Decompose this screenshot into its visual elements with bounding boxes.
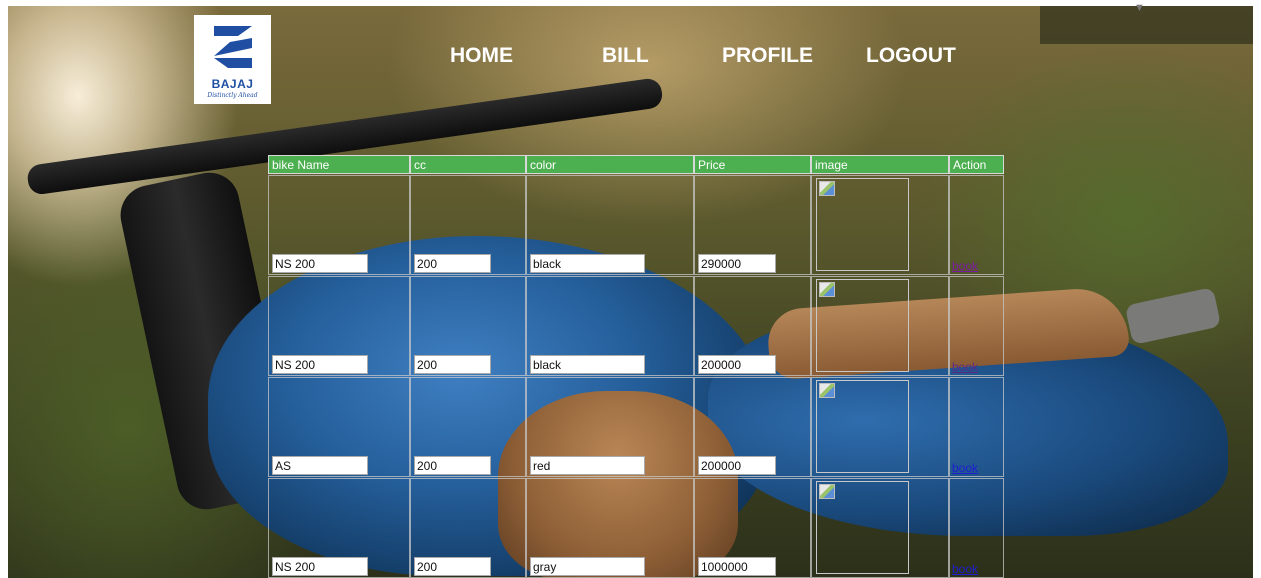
caret-icon: ▼	[1134, 2, 1145, 14]
top-right-overlay	[1040, 6, 1253, 44]
color-input[interactable]	[530, 254, 645, 273]
book-link[interactable]: book	[952, 461, 978, 475]
color-input[interactable]	[530, 355, 645, 374]
table-row	[268, 377, 410, 477]
broken-image-icon	[819, 484, 835, 499]
image-cell	[811, 478, 949, 578]
table-row	[268, 276, 410, 376]
table-row	[268, 478, 410, 578]
col-bike-name: bike Name	[268, 155, 410, 174]
price-cell	[694, 175, 811, 275]
book-link[interactable]: book	[952, 562, 978, 576]
col-image: image	[811, 155, 949, 174]
image-cell	[811, 276, 949, 376]
bike-image	[816, 380, 909, 473]
action-cell: book	[949, 276, 1004, 376]
cc-cell	[410, 478, 526, 578]
price-cell	[694, 276, 811, 376]
bike-image	[816, 481, 909, 574]
bajaj-logo-icon	[213, 26, 252, 68]
color-input[interactable]	[530, 456, 645, 475]
col-price: Price	[694, 155, 811, 174]
broken-image-icon	[819, 282, 835, 297]
logo-tagline: Distinctly Ahead	[207, 92, 258, 99]
bike-rear-light	[1124, 287, 1222, 345]
cc-input[interactable]	[414, 254, 491, 273]
price-input[interactable]	[698, 254, 776, 273]
color-cell	[526, 276, 694, 376]
site-logo[interactable]: BAJAJ Distinctly Ahead	[194, 15, 271, 104]
bike-image	[816, 279, 909, 372]
cc-cell	[410, 276, 526, 376]
bike-name-input[interactable]	[272, 557, 368, 576]
color-cell	[526, 377, 694, 477]
bike-name-input[interactable]	[272, 254, 368, 273]
image-cell	[811, 175, 949, 275]
image-cell	[811, 377, 949, 477]
color-cell	[526, 175, 694, 275]
bike-name-input[interactable]	[272, 355, 368, 374]
nav-profile[interactable]: PROFILE	[722, 44, 813, 68]
action-cell: book	[949, 377, 1004, 477]
cc-input[interactable]	[414, 355, 491, 374]
color-input[interactable]	[530, 557, 645, 576]
color-cell	[526, 478, 694, 578]
book-link[interactable]: book	[952, 360, 978, 374]
cc-cell	[410, 377, 526, 477]
price-input[interactable]	[698, 557, 776, 576]
book-link[interactable]: book	[952, 259, 978, 273]
col-color: color	[526, 155, 694, 174]
col-cc: cc	[410, 155, 526, 174]
bike-image	[816, 178, 909, 271]
nav-logout[interactable]: LOGOUT	[866, 44, 956, 68]
price-input[interactable]	[698, 456, 776, 475]
cc-cell	[410, 175, 526, 275]
table-row	[268, 175, 410, 275]
logo-brand-text: BAJAJ	[211, 77, 254, 91]
action-cell: book	[949, 478, 1004, 578]
cc-input[interactable]	[414, 557, 491, 576]
price-input[interactable]	[698, 355, 776, 374]
nav-bill[interactable]: BILL	[602, 44, 649, 68]
broken-image-icon	[819, 181, 835, 196]
cc-input[interactable]	[414, 456, 491, 475]
action-cell: book	[949, 175, 1004, 275]
nav-home[interactable]: HOME	[450, 44, 513, 68]
bike-name-input[interactable]	[272, 456, 368, 475]
price-cell	[694, 478, 811, 578]
price-cell	[694, 377, 811, 477]
broken-image-icon	[819, 383, 835, 398]
col-action: Action	[949, 155, 1004, 174]
